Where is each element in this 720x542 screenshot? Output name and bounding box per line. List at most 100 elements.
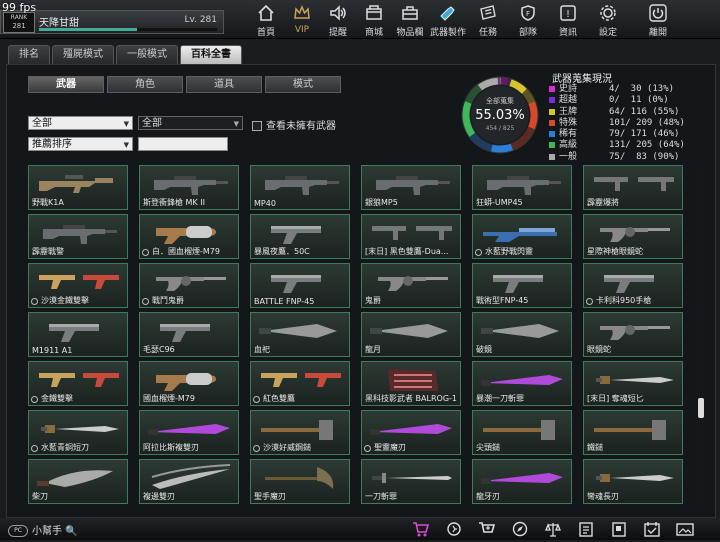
list-button[interactable] xyxy=(569,520,602,538)
weapon-card[interactable]: 黑科技影武者 BALROG-1 xyxy=(361,361,461,406)
tab-encyclopedia[interactable]: 百科全書 xyxy=(180,45,242,64)
svg-text:!: ! xyxy=(566,9,570,20)
rarity-name: 特殊 xyxy=(559,118,577,129)
nav-shield[interactable]: F部隊 xyxy=(508,0,548,38)
weapon-card[interactable]: 彎魂長刃 xyxy=(583,459,683,504)
compass-button[interactable] xyxy=(503,520,536,538)
weapon-card[interactable]: M1911 A1 xyxy=(28,312,128,357)
nav-power[interactable]: 離開 xyxy=(638,0,678,38)
cart-plus-button[interactable] xyxy=(470,520,503,538)
weapon-card[interactable]: 國血榴煙-M79 xyxy=(139,361,239,406)
bottom-bar: PC小幫手 🔍 xyxy=(0,518,720,540)
nav-gear[interactable]: 設定 xyxy=(588,0,628,38)
weapon-card[interactable]: 龍月 xyxy=(361,312,461,357)
weapon-card[interactable]: 龍牙刃 xyxy=(472,459,572,504)
weapon-card[interactable]: 水藍青銅短刀 xyxy=(28,410,128,455)
owned-mark-icon xyxy=(253,396,260,403)
nav-bag[interactable]: 物品欄 xyxy=(392,0,428,38)
weapon-name: 龍月 xyxy=(365,344,381,355)
balance-button[interactable] xyxy=(536,520,569,538)
checkbox-box[interactable] xyxy=(252,121,262,131)
weapon-card[interactable]: 沙漠好威鋼鎚 xyxy=(250,410,350,455)
rarity-count: 75/ 83 (90%) xyxy=(609,152,679,163)
nav-home[interactable]: 首頁 xyxy=(248,0,284,38)
subtab-weapons[interactable]: 武器 xyxy=(28,76,104,93)
weapon-card[interactable]: 血祀 xyxy=(250,312,350,357)
walk-icon xyxy=(444,520,464,538)
weapon-card[interactable]: 複邊雙刃 xyxy=(139,459,239,504)
weapon-card[interactable]: 聖靈魔刃 xyxy=(361,410,461,455)
helper-button[interactable]: PC小幫手 🔍 xyxy=(8,522,78,537)
weapon-card[interactable]: 狂蟒-UMP45 xyxy=(472,165,572,210)
crown-icon xyxy=(292,3,312,23)
weapon-card[interactable]: 霹靂爆將 xyxy=(583,165,683,210)
cart-button[interactable] xyxy=(404,520,437,538)
weapon-card[interactable]: 暴風夜鷹．50C xyxy=(250,214,350,259)
gallery-button[interactable] xyxy=(668,520,701,538)
weapon-card[interactable]: MP40 xyxy=(250,165,350,210)
weapon-name: 複邊雙刃 xyxy=(143,491,175,502)
weapon-card[interactable]: 破鏡 xyxy=(472,312,572,357)
weapon-card[interactable]: 阿拉比斯複雙刃 xyxy=(139,410,239,455)
nav-speaker[interactable]: 提醒 xyxy=(320,0,356,38)
subtab-modes[interactable]: 模式 xyxy=(265,76,341,93)
pistol-icon xyxy=(257,218,345,248)
owned-mark-icon xyxy=(142,298,149,305)
weapon-card[interactable]: 星際神槍眼鏡蛇 xyxy=(583,214,683,259)
weapon-card[interactable]: [末日] 奪魂短匕 xyxy=(583,361,683,406)
weapon-card[interactable]: 銀狼MP5 xyxy=(361,165,461,210)
tab-zombie-mode[interactable]: 殭屍模式 xyxy=(52,45,114,64)
weapon-card[interactable]: 戰術型FNP-45 xyxy=(472,263,572,308)
calendar-check-button[interactable] xyxy=(635,520,668,538)
weapon-card[interactable]: 柴刀 xyxy=(28,459,128,504)
show-unowned-checkbox[interactable]: 查看未擁有武器 xyxy=(252,117,336,132)
weapon-card[interactable]: 卡利科950手槍 xyxy=(583,263,683,308)
weapon-card[interactable]: 沙漠金鐵雙擊 xyxy=(28,263,128,308)
weapon-card[interactable]: 毛瑟C96 xyxy=(139,312,239,357)
weapon-name: 國血榴煙-M79 xyxy=(143,393,195,404)
weapon-card[interactable]: 斯登衝鋒槍 MK II xyxy=(139,165,239,210)
weapon-card[interactable]: 水藍野戰閃靈 xyxy=(472,214,572,259)
weapon-card[interactable]: 白．國血榴煙-M79 xyxy=(139,214,239,259)
svg-text:F: F xyxy=(526,10,530,18)
nav-info[interactable]: !資訊 xyxy=(548,0,588,38)
sort-select[interactable]: 推薦排序▼ xyxy=(28,137,133,151)
weapon-card[interactable]: 紅色雙鷹 xyxy=(250,361,350,406)
weapon-card[interactable]: 暴潮一刀斬罪 xyxy=(472,361,572,406)
scrollbar-thumb[interactable] xyxy=(698,398,704,418)
weapon-name: 聖靈魔刃 xyxy=(374,442,406,453)
weapon-name: 紅色雙鷹 xyxy=(263,393,295,404)
weapon-card[interactable]: 尖頭鎚 xyxy=(472,410,572,455)
nav-shop[interactable]: 商城 xyxy=(356,0,392,38)
weapon-card[interactable]: 聖手魔刃 xyxy=(250,459,350,504)
category-select[interactable]: 全部▼ xyxy=(28,116,133,130)
smg-icon xyxy=(479,169,567,199)
tab-ranking[interactable]: 排名 xyxy=(8,45,50,64)
donut-segment xyxy=(492,147,512,149)
donut-label: 全部蒐集 xyxy=(486,96,514,105)
weapon-card[interactable]: 金鐵雙擊 xyxy=(28,361,128,406)
walk-button[interactable] xyxy=(437,520,470,538)
search-input[interactable] xyxy=(138,137,228,151)
subtab-items[interactable]: 道具 xyxy=(186,76,262,93)
nav-craft[interactable]: 武器製作 xyxy=(428,0,468,38)
weapon-card[interactable]: 鐵鎚 xyxy=(583,410,683,455)
weapon-card[interactable]: 一刀斬罪 xyxy=(361,459,461,504)
owned-mark-icon xyxy=(475,249,482,256)
subtab-characters[interactable]: 角色 xyxy=(107,76,183,93)
nav-crown[interactable]: VIP xyxy=(284,0,320,38)
subcategory-select[interactable]: 全部▼ xyxy=(138,116,243,130)
rank-badge: RANK281 xyxy=(3,12,35,33)
nav-ticket[interactable]: 任務 xyxy=(468,0,508,38)
weapon-name: 龍牙刃 xyxy=(476,491,500,502)
card-button[interactable] xyxy=(602,520,635,538)
tab-normal-mode[interactable]: 一般模式 xyxy=(116,45,178,64)
weapon-card[interactable]: [末日] 黑色雙鷹-Dua... xyxy=(361,214,461,259)
weapon-card[interactable]: 霹靂戰警 xyxy=(28,214,128,259)
weapon-card[interactable]: 鬼爵 xyxy=(361,263,461,308)
scrollbar[interactable] xyxy=(698,165,704,509)
weapon-card[interactable]: 戰鬥鬼爵 xyxy=(139,263,239,308)
weapon-card[interactable]: BATTLE FNP-45 xyxy=(250,263,350,308)
weapon-card[interactable]: 野戰K1A xyxy=(28,165,128,210)
weapon-card[interactable]: 眼鏡蛇 xyxy=(583,312,683,357)
